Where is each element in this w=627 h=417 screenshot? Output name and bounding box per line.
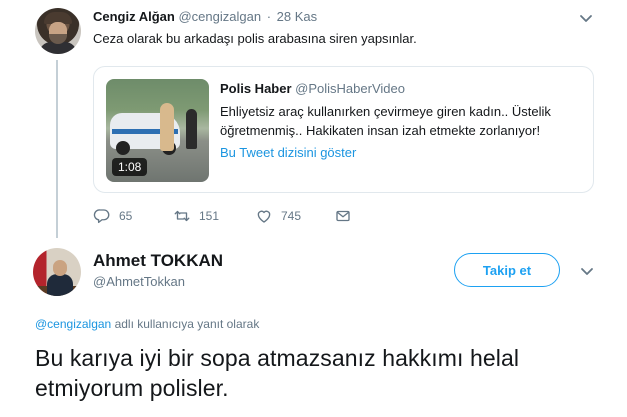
quoted-author-handle[interactable]: @PolisHaberVideo xyxy=(295,81,405,96)
like-count: 745 xyxy=(281,209,302,223)
tweet-text: Ceza olarak bu arkadaşı polis arabasına … xyxy=(93,31,417,46)
quoted-tweet-text: Ehliyetsiz araç kullanırken çevirmeye gi… xyxy=(220,104,551,138)
retweet-icon xyxy=(173,207,191,225)
avatar[interactable] xyxy=(33,248,81,296)
chevron-down-icon[interactable] xyxy=(579,263,595,279)
quoted-tweet-card[interactable]: 1:08 Polis Haber @PolisHaberVideo Ehliye… xyxy=(93,66,594,193)
video-thumbnail[interactable]: 1:08 xyxy=(106,79,209,182)
chevron-down-icon[interactable] xyxy=(578,10,594,26)
avatar[interactable] xyxy=(35,8,81,54)
tweet-header: Cengiz Alğan @cengizalgan · 28 Kas xyxy=(93,9,317,24)
thread-connector-line xyxy=(56,60,58,238)
heart-icon xyxy=(255,207,273,225)
reply-button[interactable]: 65 xyxy=(93,205,132,227)
envelope-icon xyxy=(334,207,352,225)
tweet-text: Bu karıya iyi bir sopa atmazsanız hakkım… xyxy=(35,345,520,401)
separator-dot: · xyxy=(266,9,272,24)
author-handle[interactable]: @cengizalgan xyxy=(178,9,261,24)
quoted-author-name[interactable]: Polis Haber xyxy=(220,81,292,96)
focused-reply-tweet: Ahmet TOKKAN @AhmetTokkan Takip et @ceng… xyxy=(0,240,627,417)
author-name[interactable]: Ahmet TOKKAN xyxy=(93,251,223,271)
retweet-button[interactable]: 151 xyxy=(173,205,219,227)
reply-context: @cengizalgan adlı kullanıcıya yanıt olar… xyxy=(35,317,259,331)
author-handle[interactable]: @AhmetTokkan xyxy=(93,274,185,289)
direct-message-button[interactable] xyxy=(334,205,352,227)
video-duration-badge: 1:08 xyxy=(112,158,148,176)
follow-button[interactable]: Takip et xyxy=(454,253,560,287)
quoted-tweet-header: Polis Haber @PolisHaberVideo xyxy=(220,81,405,96)
author-name[interactable]: Cengiz Alğan xyxy=(93,9,175,24)
parent-tweet[interactable]: Cengiz Alğan @cengizalgan · 28 Kas Ceza … xyxy=(0,0,627,240)
reply-icon xyxy=(93,207,111,225)
timestamp[interactable]: 28 Kas xyxy=(277,9,317,24)
reply-count: 65 xyxy=(119,209,133,223)
retweet-count: 151 xyxy=(199,209,220,223)
reply-to-mention-link[interactable]: @cengizalgan xyxy=(35,317,111,331)
like-button[interactable]: 745 xyxy=(255,205,301,227)
reply-to-label: adlı kullanıcıya yanıt olarak xyxy=(111,317,260,331)
show-thread-link[interactable]: Bu Tweet dizisini göster xyxy=(220,145,356,160)
